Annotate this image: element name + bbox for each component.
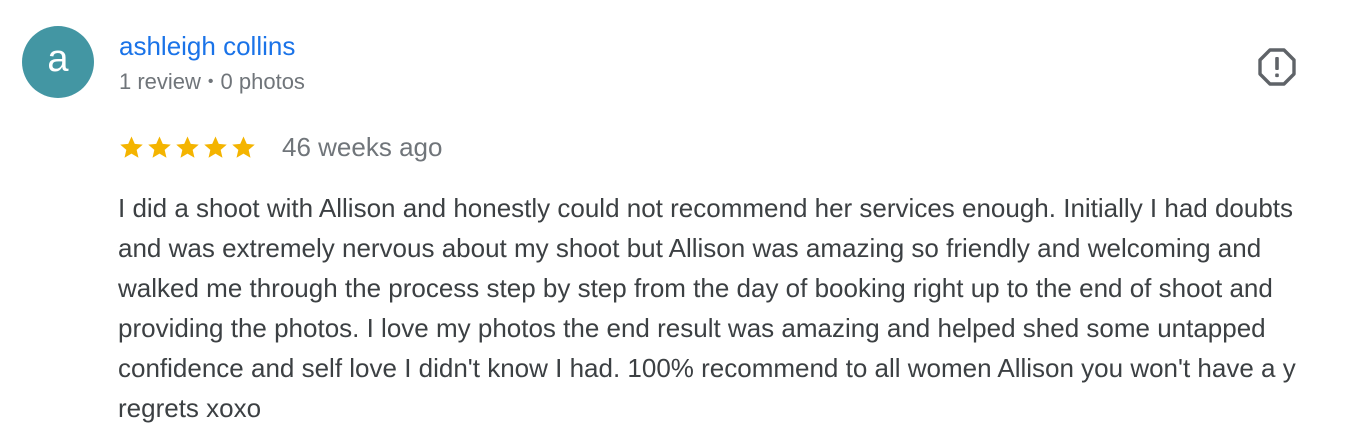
- avatar[interactable]: a: [22, 26, 94, 98]
- author-name-link[interactable]: ashleigh collins: [119, 30, 295, 62]
- star-icon: [232, 135, 255, 158]
- meta-separator: •: [207, 73, 214, 90]
- star-icon: [176, 135, 199, 158]
- star-icon: [120, 135, 143, 158]
- reviews-count: 1 review: [119, 69, 201, 94]
- star-icon: [204, 135, 227, 158]
- star-icon: [148, 135, 171, 158]
- report-flag-icon: [1258, 48, 1296, 86]
- review-text: I did a shoot with Allison and honestly …: [118, 193, 1296, 423]
- rating-row: 46 weeks ago: [118, 131, 442, 163]
- star-rating: [118, 134, 257, 161]
- report-button[interactable]: [1255, 45, 1299, 89]
- avatar-letter: a: [47, 38, 69, 80]
- author-meta: 1 review • 0 photos: [119, 68, 305, 96]
- photos-count: 0 photos: [220, 69, 305, 94]
- review-time: 46 weeks ago: [282, 132, 443, 162]
